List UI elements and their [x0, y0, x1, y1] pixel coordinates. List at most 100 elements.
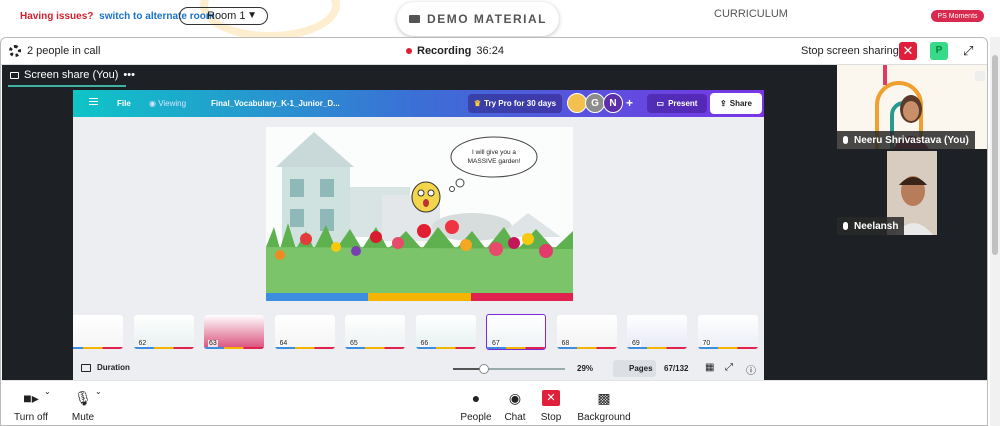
document-title[interactable]: Final_Vocabulary_K-1_Junior_D... — [211, 99, 340, 108]
page-thumbnail[interactable]: 62 — [133, 315, 194, 349]
folder-icon — [409, 15, 421, 23]
pages-label: Pages — [629, 364, 653, 373]
participant-tile-self[interactable]: Neeru Shrivastava (You) — [837, 65, 987, 149]
avatar-1[interactable] — [567, 93, 587, 113]
fullscreen-icon[interactable]: ⤢ — [725, 362, 733, 373]
mic-options-chevron-icon[interactable]: ⌄ — [95, 387, 102, 396]
demo-material-label: DEMO MATERIAL — [427, 12, 547, 26]
avatar-g[interactable]: G — [585, 93, 605, 113]
background-icon: ▩ — [597, 390, 611, 406]
duration-button[interactable]: Duration — [81, 363, 130, 372]
thumbnail-stripe — [204, 347, 264, 349]
page-counter: 67/132 — [664, 364, 689, 373]
thumbnail-page-number: 65 — [349, 340, 359, 347]
page-thumbnail[interactable]: 63 — [204, 315, 264, 349]
p-badge-button[interactable]: P — [930, 42, 948, 60]
thumbnail-page-number: 64 — [278, 340, 289, 347]
shared-canva-window: File ◉ Viewing Final_Vocabulary_K-1_Juni… — [73, 90, 764, 380]
page-thumbnail[interactable]: 65 — [345, 315, 405, 349]
people-count: 2 people in call — [27, 45, 101, 57]
page-thumbnail[interactable] — [73, 315, 123, 349]
room-select[interactable]: Room 1 ▼ — [179, 7, 268, 25]
recording-dot-icon — [406, 48, 412, 54]
duration-icon — [81, 363, 91, 372]
people-label: People — [460, 412, 492, 423]
page-scrollbar[interactable] — [990, 37, 1000, 426]
stop-share-button[interactable]: ✕ Stop — [538, 390, 564, 423]
thumbnail-stripe — [415, 347, 476, 349]
speech-bubble-text: I will give you a MASSIVE garden! — [467, 149, 521, 165]
zoom-slider-handle[interactable] — [479, 364, 489, 374]
share-label: Share — [729, 99, 752, 108]
crown-icon: ♛ — [473, 99, 482, 108]
zoom-slider[interactable] — [453, 368, 565, 370]
more-options-icon[interactable]: ••• — [123, 69, 135, 81]
thumbnail-page-number: 68 — [560, 340, 571, 347]
thumbnail-page-number: 63 — [208, 340, 218, 347]
grid-view-icon[interactable]: ▦ — [705, 362, 714, 373]
microphone-icon: 🎙︎ — [74, 390, 92, 406]
background-button[interactable]: ▩ Background — [574, 390, 634, 423]
mic-icon — [843, 222, 848, 230]
ps-moments-badge[interactable]: PS Moments — [931, 10, 984, 22]
participant-name-tag-neelansh: Neelansh — [837, 217, 905, 235]
participant-name-neelansh: Neelansh — [854, 220, 899, 232]
scrollbar-thumb[interactable] — [992, 55, 998, 255]
try-pro-button[interactable]: ♛ Try Pro for 30 days — [468, 94, 562, 113]
stop-sharing-button[interactable]: ✕ — [899, 42, 917, 60]
page-thumbnail[interactable]: 64 — [274, 315, 335, 349]
tab-underline — [8, 85, 126, 87]
thumbnail-stripe — [133, 347, 194, 349]
mute-button[interactable]: 🎙︎ Mute — [68, 390, 98, 423]
pages-button[interactable]: Pages — [613, 360, 656, 377]
stop-label: Stop — [540, 412, 562, 423]
present-button[interactable]: ▭ Present — [647, 94, 707, 113]
canva-toolbar: File ◉ Viewing Final_Vocabulary_K-1_Juni… — [73, 90, 764, 117]
screen-share-tab[interactable]: Screen share (You) ••• — [10, 69, 135, 81]
recording-indicator: Recording 36:24 — [406, 45, 504, 57]
page-thumbnail[interactable]: 66 — [415, 315, 476, 349]
settings-gear-icon[interactable] — [9, 45, 21, 57]
ps-moments-label: PS Moments — [937, 12, 978, 20]
page-thumbnail[interactable]: 68 — [556, 315, 617, 349]
turn-off-label: Turn off — [14, 412, 48, 423]
people-button[interactable]: ● People — [458, 390, 494, 423]
thumbnail-page-number: 69 — [631, 340, 641, 347]
people-icon: ● — [471, 390, 481, 406]
page-thumbnail[interactable]: 70 — [697, 315, 758, 349]
viewing-label: Viewing — [158, 99, 187, 108]
canva-footer: Duration 29% Pages 67/132 ▦ ⤢ ⓘ — [73, 358, 764, 380]
screen-share-label: Screen share (You) — [24, 69, 119, 81]
zoom-value[interactable]: 29% — [577, 364, 593, 373]
viewing-mode[interactable]: ◉ Viewing — [149, 99, 186, 108]
menu-icon[interactable] — [89, 98, 98, 105]
present-label: Present — [668, 99, 698, 108]
demo-material-button[interactable]: DEMO MATERIAL — [397, 2, 559, 36]
thumbnail-page-number: 62 — [137, 340, 148, 347]
page-thumbnail[interactable]: 69 — [627, 315, 687, 349]
duration-label: Duration — [97, 363, 130, 372]
camera-options-chevron-icon[interactable]: ⌄ — [44, 387, 51, 396]
participant-tile-neelansh[interactable]: Neelansh — [837, 151, 987, 235]
thumbnail-stripe — [697, 347, 758, 349]
chat-label: Chat — [504, 412, 526, 423]
share-button[interactable]: ⇪ Share — [710, 93, 762, 114]
file-menu[interactable]: File — [117, 99, 131, 108]
add-collaborator-icon[interactable]: + — [626, 96, 633, 110]
curriculum-link[interactable]: CURRICULUM — [714, 8, 788, 20]
help-icon[interactable]: ⓘ — [746, 362, 756, 377]
participant-name-tag-self: Neeru Shrivastava (You) — [837, 131, 975, 149]
present-icon: ▭ — [656, 99, 665, 108]
recording-time: 36:24 — [476, 45, 504, 57]
background-label: Background — [577, 412, 631, 423]
thumbnail-page-number: 70 — [701, 340, 712, 347]
stop-share-icon: ✕ — [542, 390, 560, 406]
top-bar: Having issues? switch to alternate room … — [0, 0, 1000, 40]
avatar-n[interactable]: N — [603, 93, 623, 113]
thumbnail-stripe — [274, 347, 335, 349]
monitor-icon — [10, 71, 19, 79]
chat-button[interactable]: ◉ Chat — [502, 390, 528, 423]
expand-icon[interactable]: ⤢ — [963, 43, 973, 59]
thumbnail-stripe — [627, 347, 687, 349]
page-thumbnail[interactable]: 67 — [486, 314, 546, 350]
